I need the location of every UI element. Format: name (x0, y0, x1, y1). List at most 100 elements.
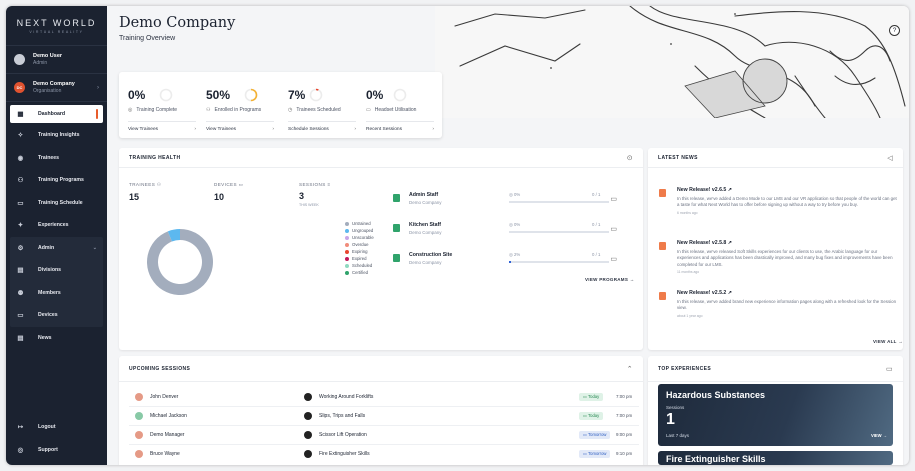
program-icon (393, 224, 400, 232)
experience-icon (304, 450, 312, 458)
news-item[interactable]: New Release! v2.5.2 ↗ In this release, w… (659, 290, 897, 324)
sidebar-item-training-insights[interactable]: ✧ Training Insights (6, 124, 107, 147)
view-experience-button[interactable]: VIEW → (871, 433, 887, 438)
kpi-label-text: SESSIONS (299, 182, 326, 187)
shield-check-icon[interactable]: ⊙ (627, 154, 633, 162)
experience-card[interactable]: Fire Extinguisher Skills (658, 451, 893, 465)
experience-icon (304, 393, 312, 401)
trainee-status-donut (146, 229, 213, 295)
news-item-icon (659, 242, 666, 250)
news-title-text: New Release! v2.5.8 (677, 240, 727, 246)
stat-value: 0% (366, 88, 384, 102)
view-trainees-link[interactable]: View Trainees › (128, 127, 196, 132)
session-day-badge: ▭ Tomorrow (579, 450, 611, 458)
org-type: Organisation (33, 88, 62, 94)
progress-fill (509, 261, 511, 263)
calendar-icon[interactable]: ▭ (610, 225, 617, 233)
schedule-sessions-link[interactable]: Schedule Sessions › (288, 127, 356, 132)
admin-group: ⚙ Admin ⌄ ▤ Divisions ⚉ Members ▭ Device… (10, 236, 103, 327)
legend-label: Expiring (352, 249, 368, 254)
sidebar-item-devices[interactable]: ▭ Devices (10, 304, 103, 327)
table-row[interactable]: John Denver Working Around Forklifts ▭ T… (129, 388, 639, 407)
stat-value: 7% (288, 88, 306, 102)
table-row[interactable]: Bruce Wayne Fire Extinguisher Skills ▭ T… (129, 445, 639, 464)
table-row[interactable]: Demo Manager Scissor Lift Operation ▭ To… (129, 426, 639, 445)
news-item[interactable]: New Release! v2.5.8 ↗ In this release, w… (659, 240, 897, 284)
help-icon[interactable]: ? (889, 25, 900, 36)
avatar (135, 431, 143, 439)
stat-label-text: Headset Utilisation (374, 107, 417, 113)
legend-label: Unscorable (352, 235, 374, 240)
sidebar-item-divisions[interactable]: ▤ Divisions (10, 259, 103, 282)
program-row[interactable]: Kitchen Staff Demo Company ◎ 0% 0 / 1 ▭ (387, 216, 621, 246)
sidebar-item-experiences[interactable]: ✦ Experiences (6, 214, 107, 237)
view-trainees-link[interactable]: View Trainees › (206, 127, 274, 132)
stat-label: ◎ Training Complete (128, 107, 177, 113)
stat-label-text: Trainees Scheduled (296, 107, 341, 113)
chevron-right-icon: › (354, 127, 356, 132)
calendar-icon[interactable]: ▭ (610, 255, 617, 263)
sidebar-item-training-schedule[interactable]: ▭ Training Schedule (6, 192, 107, 215)
sidebar-item-label: Training Insights (38, 132, 80, 139)
sidebar-item-training-programs[interactable]: ⚇ Training Programs (6, 169, 107, 192)
link-text: View Trainees (206, 127, 237, 132)
legend-label: Certified (352, 270, 369, 275)
stat-ring (393, 88, 407, 102)
experience-name: Fire Extinguisher Skills (319, 451, 370, 457)
megaphone-icon[interactable]: ◁ (887, 154, 893, 162)
brand-logo[interactable]: NEXT WORLD VIRTUAL REALITY (6, 6, 107, 46)
experience-icon (304, 431, 312, 439)
users-icon: ⚇ (17, 177, 24, 185)
legend-label: Overdue (352, 242, 369, 247)
kpi-sub: THIS WEEK (299, 203, 319, 207)
sidebar-item-support[interactable]: ◎ Support (6, 439, 107, 462)
sidebar: NEXT WORLD VIRTUAL REALITY Demo User Adm… (6, 6, 107, 465)
kpi-value: 3 (299, 191, 305, 201)
sidebar-item-label: Experiences (38, 222, 69, 229)
news-body-text: In this release, we've added a Demo Mode… (677, 196, 897, 208)
sidebar-item-members[interactable]: ⚉ Members (10, 282, 103, 305)
experience-title: Hazardous Substances (666, 390, 766, 400)
news-title: New Release! v2.6.5 ↗ (677, 187, 732, 193)
table-row[interactable]: Michael Jackson Slips, Trips and Falls ▭… (129, 407, 639, 426)
experience-title: Fire Extinguisher Skills (666, 454, 766, 464)
link-text: View Trainees (128, 127, 159, 132)
calendar-icon: ▭ (17, 199, 24, 207)
calendar-icon[interactable]: ▭ (610, 195, 617, 203)
stat-label-text: Training Complete (136, 107, 178, 113)
sidebar-item-label: Devices (38, 312, 58, 319)
calendar-icon: ▭ (366, 107, 371, 113)
experience-card[interactable]: Hazardous Substances Sessions 1 Last 7 d… (658, 384, 893, 446)
sidebar-item-admin[interactable]: ⚙ Admin ⌄ (10, 237, 103, 260)
recent-sessions-link[interactable]: Recent Sessions › (366, 127, 434, 132)
session-time: 9:10 pm (616, 451, 633, 456)
news-item[interactable]: New Release! v2.6.5 ↗ In this release, w… (659, 187, 897, 231)
kpi-value: 15 (129, 192, 140, 202)
view-programs-link[interactable]: VIEW PROGRAMS → (585, 277, 635, 282)
program-row[interactable]: Admin Staff Demo Company ◎ 0% 0 / 1 ▭ (387, 186, 621, 216)
legend-label: Ungrouped (352, 228, 374, 233)
user-account[interactable]: Demo User Admin (6, 46, 107, 74)
badge-text: Today (588, 413, 600, 418)
sidebar-item-trainees[interactable]: ◉ Trainees (6, 147, 107, 170)
kpi-value: 10 (214, 192, 225, 202)
organisation-switcher[interactable]: DC Demo Company Organisation › (6, 74, 107, 102)
program-percent: ◎ 0% (509, 192, 521, 197)
badge-text: Tomorrow (588, 451, 607, 456)
news-title-text: New Release! v2.6.5 (677, 187, 727, 193)
kpi-label: TRAINEES ⚇ (129, 182, 161, 188)
sidebar-item-label: News (38, 334, 52, 341)
news-body: In this release, we've added brand new e… (677, 299, 897, 319)
legend-label: Expired (352, 256, 367, 261)
headset-icon[interactable]: ▭ (886, 365, 893, 373)
news-body-text: In this release, we've released Soft Ski… (677, 249, 893, 267)
sidebar-item-logout[interactable]: ↦ Logout (6, 416, 107, 439)
program-icon (393, 254, 400, 262)
program-name: Construction Site (409, 252, 453, 258)
stat-label: ◷ Trainees Scheduled (288, 107, 341, 113)
program-row[interactable]: Construction Site Demo Company ◎ 2% 0 / … (387, 246, 621, 276)
collapse-icon[interactable]: ⌃ (627, 365, 633, 373)
sidebar-item-news[interactable]: ▤ News (6, 327, 107, 350)
sidebar-item-dashboard[interactable]: ▦ Dashboard (10, 105, 103, 123)
view-all-news-link[interactable]: VIEW ALL → (873, 339, 903, 344)
